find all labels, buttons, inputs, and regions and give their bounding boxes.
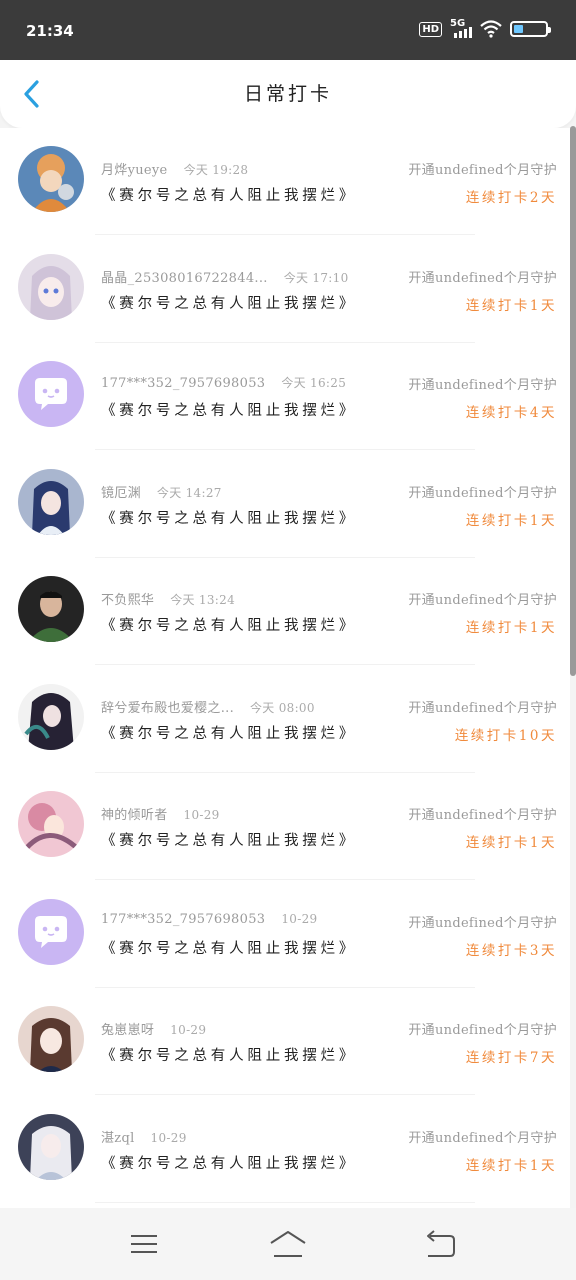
- streak-badge: 连续打卡3天: [465, 942, 557, 959]
- list-item[interactable]: 兔崽崽呀 10-29 《赛尔号之总有人阻止我摆烂》 开通undefined个月守护连续…: [0, 988, 570, 1095]
- avatar[interactable]: [18, 683, 84, 750]
- list-item[interactable]: 镜厄渊 今天 14:27 《赛尔号之总有人阻止我摆烂》 开通undefined个月守护…: [0, 451, 570, 558]
- guardian-status: 开通undefined个月守护: [408, 915, 557, 931]
- list-item[interactable]: 月烨yueye 今天 19:28 《赛尔号之总有人阻止我摆烂》 开通undefined…: [0, 128, 570, 235]
- guardian-status: 开通undefined个月守护: [408, 700, 557, 716]
- checkin-time: 今天 14:27: [156, 485, 222, 500]
- page-header: 日常打卡: [0, 60, 576, 128]
- checkin-time: 10-29: [281, 911, 318, 926]
- group-name: 《赛尔号之总有人阻止我摆烂》: [101, 1155, 358, 1172]
- streak-badge: 连续打卡7天: [465, 1050, 557, 1066]
- checkin-time: 今天 13:24: [170, 593, 235, 607]
- guardian-status: 开通undefined个月守护: [408, 270, 557, 286]
- group-name: 《赛尔号之总有人阻止我摆烂》: [101, 295, 358, 312]
- group-name: 《赛尔号之总有人阻止我摆烂》: [101, 403, 358, 419]
- guardian-status: 开通undefined个月守护: [408, 485, 557, 501]
- guardian-status: 开通undefined个月守护: [408, 1023, 557, 1038]
- user-name: 月烨yueye 今天 19:28: [101, 163, 249, 178]
- group-name: 《赛尔号之总有人阻止我摆烂》: [101, 510, 358, 527]
- streak-badge: 连续打卡10天: [454, 727, 557, 744]
- list-item[interactable]: 177***352_7957698053 10-29 《赛尔号之总有人阻止我摆烂》 开…: [0, 881, 570, 988]
- system-nav-bar: [0, 1208, 576, 1280]
- avatar[interactable]: [18, 791, 84, 857]
- avatar[interactable]: [18, 146, 84, 212]
- user-name: 镜厄渊 今天 14:27: [101, 485, 222, 501]
- avatar[interactable]: [18, 468, 84, 535]
- checkin-time: 今天 08:00: [250, 700, 315, 715]
- list-item[interactable]: 辞兮爱布殿也爱樱之... 今天 08:00 《赛尔号之总有人阻止我摆烂》 开通unde…: [0, 666, 570, 773]
- checkin-time: 今天 16:25: [281, 376, 347, 390]
- streak-badge: 连续打卡2天: [465, 190, 557, 206]
- group-name: 《赛尔号之总有人阻止我摆烂》: [101, 725, 358, 742]
- avatar[interactable]: [18, 361, 84, 427]
- list-item[interactable]: 不负熙华 今天 13:24 《赛尔号之总有人阻止我摆烂》 开通undefined个月守…: [0, 558, 570, 665]
- streak-badge: 连续打卡4天: [465, 405, 557, 421]
- status-bar: 21:34 HD 5G: [0, 0, 576, 60]
- hd-icon: HD: [419, 21, 442, 37]
- scrollbar[interactable]: [570, 126, 576, 676]
- checkin-time: 10-29: [170, 1023, 207, 1037]
- user-name: 神的倾听者 10-29: [101, 808, 220, 823]
- checkin-time: 今天 19:28: [183, 163, 249, 177]
- guardian-status: 开通undefined个月守护: [408, 1130, 557, 1146]
- user-name: 177***352_7957698053 10-29: [101, 911, 318, 927]
- streak-badge: 连续打卡1天: [465, 620, 557, 636]
- list-item[interactable]: 湛zql 10-29 《赛尔号之总有人阻止我摆烂》 开通undefined个月守护连续…: [0, 1096, 570, 1203]
- user-name: 辞兮爱布殿也爱樱之... 今天 08:00: [101, 700, 315, 716]
- guardian-status: 开通undefined个月守护: [408, 378, 557, 393]
- list-item[interactable]: 晶晶_25308016722844... 今天 17:10 《赛尔号之总有人阻止我摆…: [0, 236, 570, 343]
- page-title: 日常打卡: [243, 83, 332, 105]
- avatar[interactable]: [18, 1113, 84, 1180]
- divider: [95, 1201, 475, 1203]
- checkin-time: 10-29: [150, 1130, 187, 1145]
- user-name: 湛zql 10-29: [101, 1130, 187, 1146]
- streak-badge: 连续打卡1天: [465, 1157, 557, 1174]
- avatar[interactable]: [18, 898, 84, 965]
- streak-badge: 连续打卡1天: [465, 835, 557, 851]
- back-icon[interactable]: [420, 1226, 460, 1262]
- checkin-time: 10-29: [183, 808, 220, 822]
- home-icon[interactable]: [268, 1226, 308, 1262]
- battery-icon: [510, 21, 551, 37]
- guardian-status: 开通undefined个月守护: [408, 808, 557, 823]
- status-icons: HD 5G: [419, 18, 551, 38]
- guardian-status: 开通undefined个月守护: [408, 593, 557, 608]
- group-name: 《赛尔号之总有人阻止我摆烂》: [101, 618, 358, 634]
- streak-badge: 连续打卡1天: [465, 512, 557, 529]
- wifi-icon: [480, 20, 502, 38]
- checkin-time: 今天 17:10: [283, 270, 349, 285]
- group-name: 《赛尔号之总有人阻止我摆烂》: [101, 188, 358, 204]
- group-name: 《赛尔号之总有人阻止我摆烂》: [101, 1048, 358, 1064]
- avatar[interactable]: [18, 576, 84, 642]
- guardian-status: 开通undefined个月守护: [408, 163, 557, 178]
- user-name: 晶晶_25308016722844... 今天 17:10: [101, 270, 349, 286]
- list-item[interactable]: 177***352_7957698053 今天 16:25 《赛尔号之总有人阻止我摆…: [0, 343, 570, 450]
- user-name: 兔崽崽呀 10-29: [101, 1023, 207, 1038]
- streak-badge: 连续打卡1天: [465, 297, 557, 314]
- signal-5g-icon: 5G: [450, 18, 472, 38]
- avatar[interactable]: [18, 253, 84, 320]
- user-name: 177***352_7957698053 今天 16:25: [101, 376, 347, 391]
- avatar[interactable]: [18, 1006, 84, 1072]
- status-time: 21:34: [26, 22, 74, 40]
- checkin-list[interactable]: 月烨yueye 今天 19:28 《赛尔号之总有人阻止我摆烂》 开通undefined…: [0, 128, 570, 1208]
- list-item[interactable]: 神的倾听者 10-29 《赛尔号之总有人阻止我摆烂》 开通undefined个月守护连…: [0, 773, 570, 880]
- menu-icon[interactable]: [124, 1226, 164, 1262]
- group-name: 《赛尔号之总有人阻止我摆烂》: [101, 940, 358, 957]
- group-name: 《赛尔号之总有人阻止我摆烂》: [101, 833, 358, 849]
- user-name: 不负熙华 今天 13:24: [101, 593, 235, 608]
